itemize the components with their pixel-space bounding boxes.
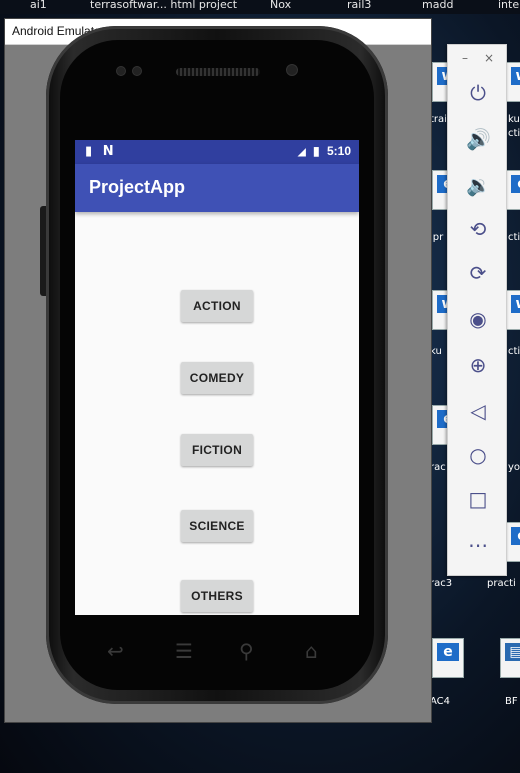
others-button[interactable]: OTHERS: [181, 580, 253, 612]
desktop-file-icon[interactable]: e: [506, 170, 520, 210]
status-right: ◢ ▮ 5:10: [298, 144, 351, 158]
desktop-label[interactable]: madd: [422, 0, 453, 11]
status-left-icons: ▮ N: [85, 144, 114, 159]
emulator-toolbar: – × ⏻ 🔊 🔉 ⟲ ⟳ ◉ ⊕ ◁ ○ □ ⋯: [447, 44, 507, 576]
back-icon[interactable]: ↩: [107, 639, 124, 663]
desktop-label[interactable]: ai1: [30, 0, 47, 11]
desktop-label: rac: [430, 462, 446, 473]
notification-n-icon: N: [102, 144, 114, 159]
desktop-label[interactable]: Nox: [270, 0, 291, 11]
desktop-label: ctio: [508, 232, 520, 243]
desktop-label: BF: [505, 696, 518, 707]
desktop-label: ctio: [508, 346, 520, 357]
desktop-label: ku: [508, 114, 520, 125]
desktop-label: AC4: [430, 696, 451, 707]
volume-down-icon[interactable]: 🔉: [466, 173, 491, 197]
fiction-button[interactable]: FICTION: [181, 434, 253, 466]
front-sensor-icon: [132, 66, 142, 76]
device-screen: ▮ N ◢ ▮ 5:10 ProjectApp ACTION COMEDY FI…: [75, 140, 359, 615]
home-icon[interactable]: ⌂: [305, 639, 318, 663]
status-bar: ▮ N ◢ ▮ 5:10: [75, 140, 359, 164]
desktop-pdf-icon[interactable]: e: [432, 638, 464, 678]
comedy-button[interactable]: COMEDY: [181, 362, 253, 394]
desktop-label[interactable]: inte: [498, 0, 519, 11]
desktop-file-icon[interactable]: e: [506, 522, 520, 562]
front-sensor-icon: [116, 66, 126, 76]
menu-icon[interactable]: ☰: [175, 639, 193, 663]
desktop-label: yo: [508, 462, 520, 473]
close-button[interactable]: ×: [484, 51, 494, 65]
lte-signal-icon: ◢: [297, 147, 306, 158]
science-button[interactable]: SCIENCE: [181, 510, 253, 542]
app-title: ProjectApp: [89, 177, 186, 197]
action-button[interactable]: ACTION: [181, 290, 253, 322]
desktop-label: ctio: [508, 128, 520, 139]
side-button: [40, 206, 46, 296]
home-icon[interactable]: ○: [466, 443, 490, 467]
desktop-label[interactable]: terrasoftwar... html project: [90, 0, 237, 11]
app-toolbar: ProjectApp: [75, 164, 359, 212]
desktop-file-icon[interactable]: w: [506, 62, 520, 102]
back-icon[interactable]: ◁: [466, 399, 490, 423]
minimize-button[interactable]: –: [462, 51, 468, 65]
rotate-left-icon[interactable]: ⟲: [466, 217, 490, 241]
status-time: 5:10: [326, 144, 351, 158]
rotate-right-icon[interactable]: ⟳: [466, 261, 490, 285]
desktop-top-bar: ai1 terrasoftwar... html project Nox rai…: [0, 0, 520, 14]
zoom-icon[interactable]: ⊕: [466, 353, 490, 377]
desktop-file-icon[interactable]: ▤: [500, 638, 520, 678]
desktop-label: trai: [430, 114, 447, 125]
desktop-label[interactable]: rail3: [347, 0, 371, 11]
desktop-label: practi: [487, 578, 516, 589]
power-icon[interactable]: ⏻: [466, 81, 490, 105]
hardware-nav-bar: ↩ ☰ ⚲ ⌂: [75, 615, 359, 685]
front-camera-icon: [286, 64, 298, 76]
camera-icon[interactable]: ◉: [466, 307, 490, 331]
search-icon[interactable]: ⚲: [239, 639, 254, 663]
earpiece-speaker: [176, 68, 260, 76]
desktop-label: rac3: [430, 578, 453, 589]
overview-icon[interactable]: □: [466, 487, 490, 511]
more-icon[interactable]: ⋯: [466, 533, 490, 557]
battery-icon: ▮: [313, 144, 320, 158]
sd-card-icon: ▮: [85, 144, 93, 159]
volume-up-icon[interactable]: 🔊: [466, 127, 491, 151]
desktop-file-icon[interactable]: w: [506, 290, 520, 330]
